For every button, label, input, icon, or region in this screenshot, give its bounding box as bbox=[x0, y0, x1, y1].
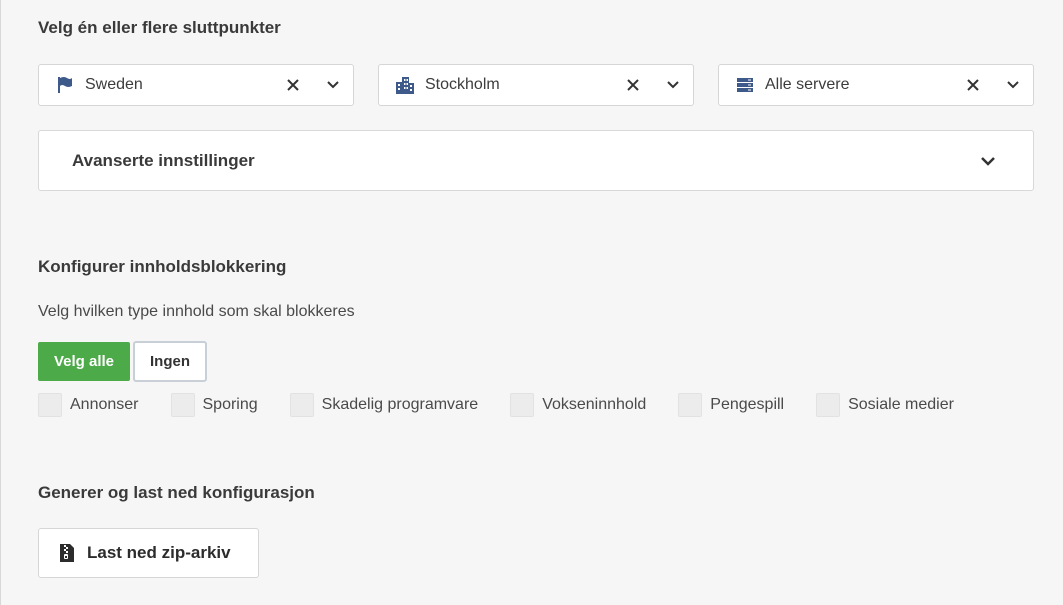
select-none-button[interactable]: Ingen bbox=[133, 341, 207, 382]
city-select[interactable]: Stockholm bbox=[378, 64, 694, 106]
checkbox-label: Pengespill bbox=[710, 396, 785, 413]
checkbox-label: Sporing bbox=[202, 396, 258, 413]
server-value: Alle servere bbox=[765, 76, 850, 93]
flag-icon bbox=[55, 75, 75, 95]
advanced-settings-label: Avanserte innstillinger bbox=[72, 150, 255, 170]
checkbox-gambling[interactable]: Pengespill bbox=[678, 393, 784, 417]
server-icon bbox=[735, 75, 755, 95]
checkbox-malware[interactable]: Skadelig programvare bbox=[289, 393, 479, 417]
content-blocking-title: Konfigurer innholdsblokkering bbox=[38, 257, 287, 276]
checkbox-box[interactable] bbox=[816, 393, 841, 417]
checkbox-tracking[interactable]: Sporing bbox=[170, 393, 258, 417]
checkbox-label: Annonser bbox=[70, 396, 139, 413]
checkbox-box[interactable] bbox=[170, 393, 195, 417]
checkbox-label: Skadelig programvare bbox=[321, 396, 479, 413]
clear-country-icon[interactable] bbox=[283, 75, 303, 95]
checkbox-box[interactable] bbox=[510, 393, 535, 417]
checkbox-box[interactable] bbox=[38, 393, 62, 417]
clear-server-icon[interactable] bbox=[963, 75, 983, 95]
category-checkboxes: Annonser Sporing Skadelig programvare Vo… bbox=[38, 393, 954, 417]
server-select[interactable]: Alle servere bbox=[718, 64, 1034, 106]
config-page: Velg én eller flere sluttpunkter Sweden bbox=[0, 0, 1063, 605]
download-zip-label: Last ned zip-arkiv bbox=[87, 543, 231, 562]
checkbox-adult[interactable]: Vokseninnhold bbox=[510, 393, 646, 417]
zip-file-icon bbox=[59, 543, 75, 563]
checkbox-label: Vokseninnhold bbox=[542, 396, 647, 413]
chevron-down-icon[interactable] bbox=[323, 75, 343, 95]
checkbox-box[interactable] bbox=[289, 393, 314, 417]
select-all-button[interactable]: Velg alle bbox=[38, 342, 130, 381]
country-select[interactable]: Sweden bbox=[38, 64, 354, 106]
advanced-settings-accordion[interactable]: Avanserte innstillinger bbox=[38, 130, 1034, 191]
content-blocking-subtitle: Velg hvilken type innhold som skal blokk… bbox=[38, 303, 355, 320]
download-zip-button[interactable]: Last ned zip-arkiv bbox=[38, 528, 259, 578]
chevron-down-icon[interactable] bbox=[663, 75, 683, 95]
checkbox-box[interactable] bbox=[678, 393, 703, 417]
chevron-down-icon[interactable] bbox=[1003, 75, 1023, 95]
clear-city-icon[interactable] bbox=[623, 75, 643, 95]
checkbox-ads[interactable]: Annonser bbox=[38, 393, 139, 417]
chevron-down-icon[interactable] bbox=[978, 151, 998, 171]
checkbox-label: Sosiale medier bbox=[848, 396, 954, 413]
generate-config-title: Generer og last ned konfigurasjon bbox=[38, 483, 315, 502]
city-icon bbox=[395, 75, 415, 95]
city-value: Stockholm bbox=[425, 76, 500, 93]
country-value: Sweden bbox=[85, 76, 143, 93]
checkbox-social-media[interactable]: Sosiale medier bbox=[816, 393, 954, 417]
endpoints-title: Velg én eller flere sluttpunkter bbox=[38, 18, 281, 37]
